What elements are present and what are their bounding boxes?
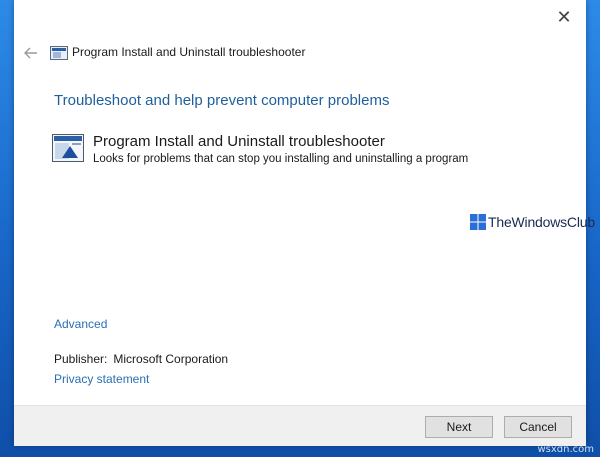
close-button[interactable]: ✕: [542, 0, 586, 34]
back-button[interactable]: [20, 42, 42, 64]
navigation-row: Program Install and Uninstall troublesho…: [14, 38, 586, 68]
corner-watermark: wsxdn.com: [537, 444, 594, 455]
cancel-button[interactable]: Cancel: [504, 416, 572, 438]
watermark: TheWindowsClub: [470, 214, 595, 230]
watermark-text: TheWindowsClub: [488, 214, 595, 230]
troubleshooter-title: Program Install and Uninstall troublesho…: [93, 133, 385, 150]
troubleshooter-icon: [52, 134, 84, 162]
publisher-value: Microsoft Corporation: [113, 352, 229, 366]
windows-logo-icon: [470, 214, 486, 230]
advanced-link[interactable]: Advanced: [54, 317, 107, 331]
troubleshooter-icon: [50, 46, 68, 60]
publisher-info: Publisher: Microsoft Corporation: [54, 352, 228, 366]
troubleshooter-description: Looks for problems that can stop you ins…: [93, 153, 469, 165]
footer-bar: Next Cancel: [14, 405, 586, 446]
page-heading: Troubleshoot and help prevent computer p…: [54, 92, 390, 109]
privacy-statement-link[interactable]: Privacy statement: [54, 372, 149, 386]
title-bar: ✕: [14, 0, 586, 36]
publisher-label: Publisher:: [54, 352, 108, 366]
next-button[interactable]: Next: [425, 416, 493, 438]
back-arrow-icon: [24, 47, 37, 59]
close-icon: ✕: [556, 6, 572, 27]
window-title: Program Install and Uninstall troublesho…: [72, 45, 306, 59]
troubleshooter-window: ✕ Program Install and Uninstall troubles…: [14, 0, 595, 446]
